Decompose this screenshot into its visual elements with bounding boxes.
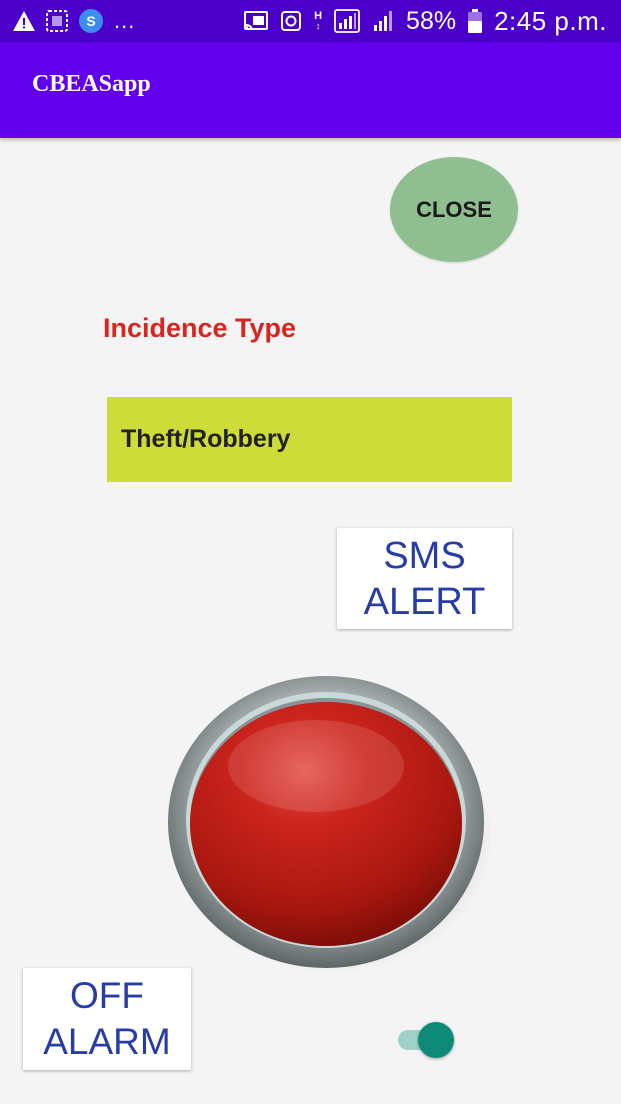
sync-icon [280,10,302,32]
signal-icon [372,10,394,32]
svg-text:S: S [86,13,95,29]
alarm-toggle-switch[interactable] [396,1022,456,1058]
status-right-group: H ↕ 58% 2:45 p.m. [244,6,607,37]
warning-icon [12,10,36,32]
status-overflow-dots: ... [114,8,136,33]
status-left-group: S ... [12,8,135,34]
off-alarm-label-line2: ALARM [43,1021,171,1062]
off-alarm-button[interactable]: OFF ALARM [23,968,191,1070]
status-bar: S ... H ↕ 58% 2:45 p.m. [0,0,621,42]
panic-button[interactable] [166,674,494,974]
s-app-icon: S [78,8,104,34]
sms-alert-button[interactable]: SMS ALERT [337,528,512,629]
cast-icon [244,11,269,31]
hspa-icon: H ↕ [314,10,323,32]
clock: 2:45 p.m. [494,5,607,36]
panic-button-icon [168,676,494,974]
incidence-type-label: Incidence Type [103,313,297,343]
close-button[interactable]: CLOSE [390,157,518,262]
app-title: CBEASapp [32,71,151,97]
incidence-type-selected-value: Theft/Robbery [121,425,291,453]
off-alarm-label-line1: OFF [70,975,144,1016]
arrows-mark: ↕ [315,21,321,31]
sms-alert-label-line1: SMS [383,534,466,577]
battery-icon [468,9,483,33]
sms-alert-label-line2: ALERT [363,580,486,623]
signal-icon [334,9,360,33]
network-type-label: H [314,10,323,22]
app-bar: CBEASapp [0,42,621,138]
incidence-type-select[interactable]: Theft/Robbery [107,397,512,482]
battery-percent: 58% [406,6,457,35]
screenshot-icon [44,8,70,34]
toggle-thumb[interactable] [418,1022,454,1058]
